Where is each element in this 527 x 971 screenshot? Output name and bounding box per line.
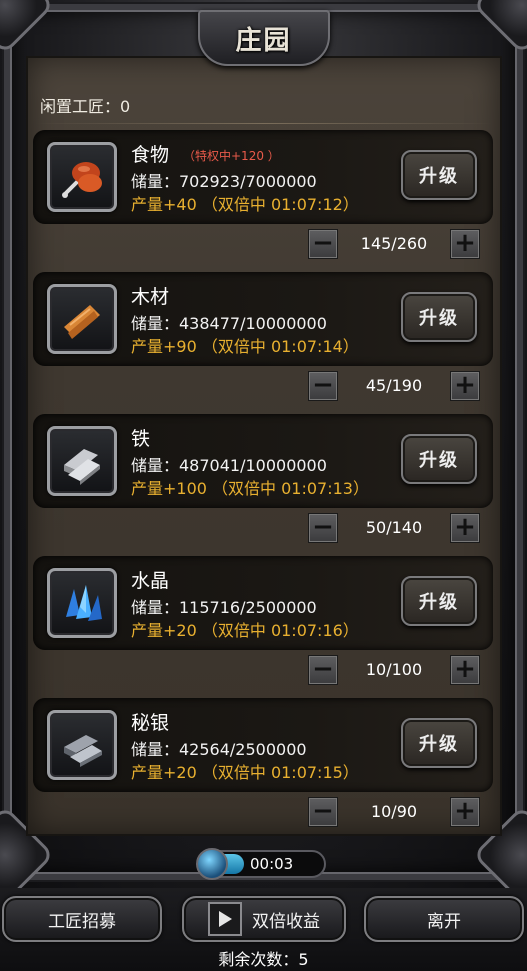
worker-stepper-crystal: − 10/100 +	[306, 655, 482, 685]
remaining-count: 剩余次数：5	[218, 950, 309, 969]
plus-button[interactable]: +	[450, 513, 480, 543]
worker-count: 10/90	[370, 802, 418, 821]
resource-card-iron: 铁 储量：487041/10000000 产量+100 （双倍中 01:07:1…	[33, 414, 493, 508]
page-title: 庄园	[235, 25, 292, 56]
double-income-button[interactable]: 双倍收益	[182, 896, 346, 942]
plus-button[interactable]: +	[450, 797, 480, 827]
resource-production: 产量+90 （双倍中 01:07:14）	[131, 337, 359, 356]
plus-button[interactable]: +	[450, 371, 480, 401]
worker-stepper-wood: − 45/190 +	[306, 371, 482, 401]
worker-count: 45/190	[365, 376, 423, 395]
resource-production: 产量+100 （双倍中 01:07:13）	[131, 479, 369, 498]
resource-name: 秘银	[131, 712, 170, 734]
recruit-label: 工匠招募	[48, 911, 116, 932]
worker-count: 10/100	[365, 660, 423, 679]
resource-card-crystal: 水晶 储量：115716/2500000 产量+20 （双倍中 01:07:16…	[33, 556, 493, 650]
food-icon	[47, 142, 117, 212]
idle-workers-label: 闲置工匠：0	[40, 97, 131, 116]
worker-stepper-mithril: − 10/90 +	[306, 797, 482, 827]
title-plate: 庄园	[197, 10, 330, 66]
plus-button[interactable]: +	[450, 655, 480, 685]
resource-card-mithril: 秘银 储量：42564/2500000 产量+20 （双倍中 01:07:15）…	[33, 698, 493, 792]
resource-name: 铁	[131, 428, 151, 450]
resource-name: 水晶	[131, 570, 170, 592]
resource-storage: 储量：115716/2500000	[131, 598, 317, 617]
resource-name: 食物	[131, 144, 170, 166]
worker-stepper-iron: − 50/140 +	[306, 513, 482, 543]
resource-production: 产量+20 （双倍中 01:07:16）	[131, 621, 359, 640]
plus-button[interactable]: +	[450, 229, 480, 259]
upgrade-button-mithril[interactable]: 升级	[401, 718, 477, 768]
upgrade-button-crystal[interactable]: 升级	[401, 576, 477, 626]
leave-label: 离开	[427, 911, 461, 932]
resource-storage: 储量：487041/10000000	[131, 456, 327, 475]
iron-icon	[47, 426, 117, 496]
worker-count: 50/140	[365, 518, 423, 537]
minus-button[interactable]: −	[308, 797, 338, 827]
minus-button[interactable]: −	[308, 229, 338, 259]
leave-button[interactable]: 离开	[364, 896, 524, 942]
minus-button[interactable]: −	[308, 513, 338, 543]
upgrade-button-iron[interactable]: 升级	[401, 434, 477, 484]
play-video-icon	[208, 902, 242, 936]
double-income-label: 双倍收益	[252, 911, 320, 932]
crystal-icon	[47, 568, 117, 638]
resource-storage: 储量：702923/7000000	[131, 172, 317, 191]
gem-icon	[196, 848, 228, 880]
double-timer-bar: 00:03	[196, 848, 326, 880]
upgrade-button-food[interactable]: 升级	[401, 150, 477, 200]
minus-button[interactable]: −	[308, 655, 338, 685]
resource-production: 产量+20 （双倍中 01:07:15）	[131, 763, 359, 782]
resource-card-wood: 木材 储量：438477/10000000 产量+90 （双倍中 01:07:1…	[33, 272, 493, 366]
recruit-workers-button[interactable]: 工匠招募	[2, 896, 162, 942]
resource-production: 产量+40 （双倍中 01:07:12）	[131, 195, 359, 214]
wood-icon	[47, 284, 117, 354]
divider	[36, 123, 492, 124]
mithril-icon	[47, 710, 117, 780]
resource-card-food: 食物 （特权中+120 ） 储量：702923/7000000 产量+40 （双…	[33, 130, 493, 224]
worker-count: 145/260	[360, 234, 428, 253]
worker-stepper-food: − 145/260 +	[306, 229, 482, 259]
upgrade-button-wood[interactable]: 升级	[401, 292, 477, 342]
minus-button[interactable]: −	[308, 371, 338, 401]
resource-storage: 储量：42564/2500000	[131, 740, 307, 759]
resource-storage: 储量：438477/10000000	[131, 314, 327, 333]
privilege-bonus: （特权中+120 ）	[183, 149, 280, 163]
resource-name: 木材	[131, 286, 170, 308]
timer-text: 00:03	[250, 855, 294, 873]
